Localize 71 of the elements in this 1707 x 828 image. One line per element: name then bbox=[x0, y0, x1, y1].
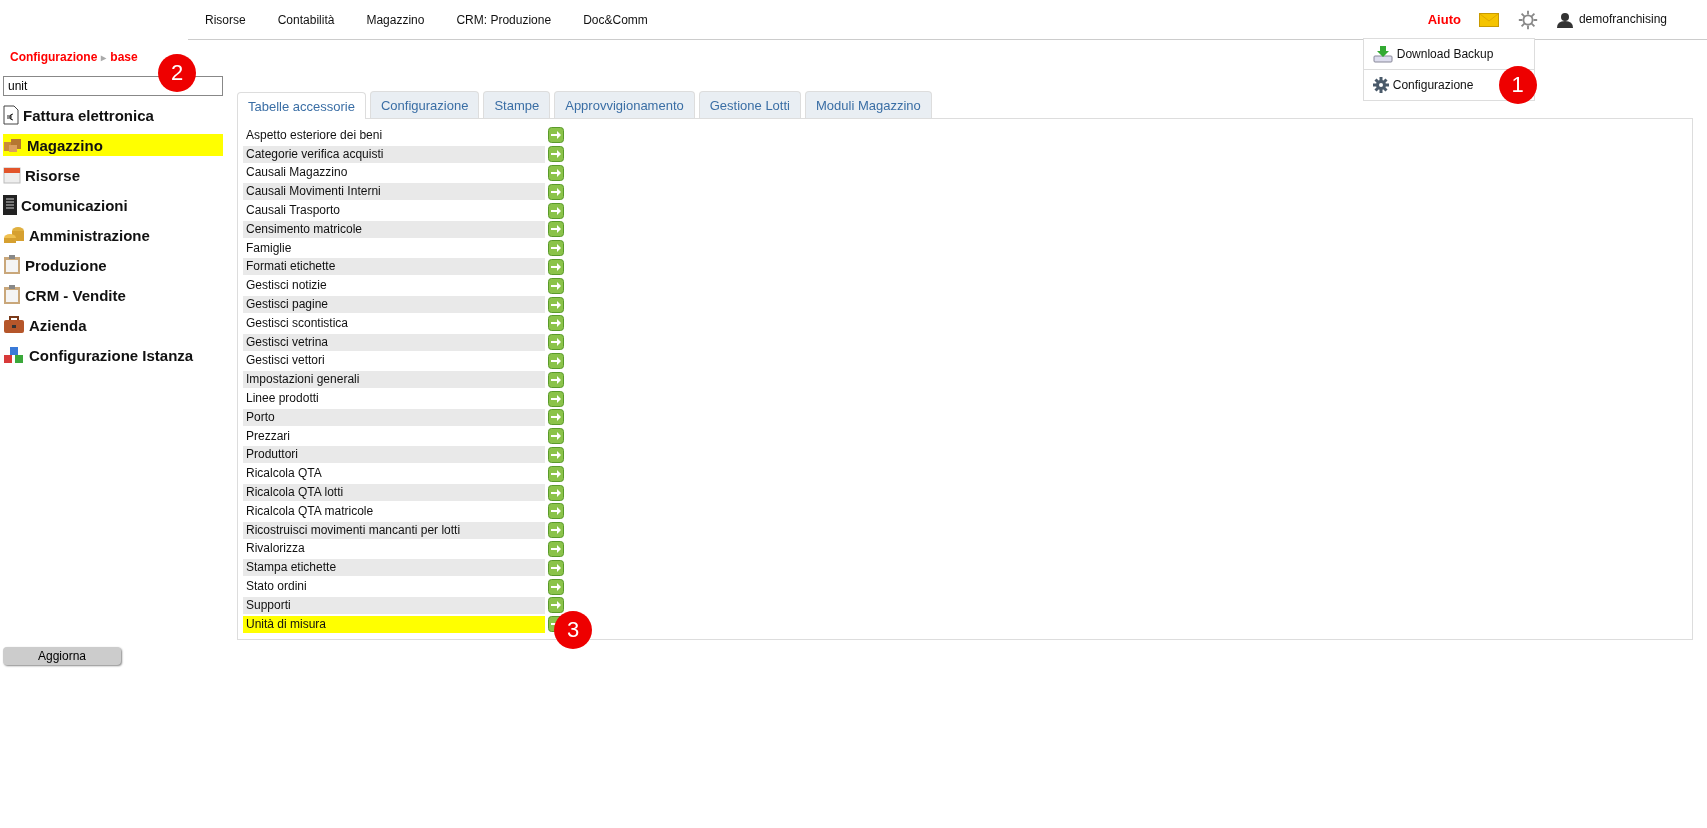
clipboard-icon bbox=[3, 285, 21, 305]
sidebar-item[interactable]: Fattura elettronica bbox=[3, 104, 223, 126]
list-row[interactable]: Linee prodotti bbox=[243, 390, 545, 408]
sidebar-item[interactable]: CRM - Vendite bbox=[3, 284, 223, 306]
list-row[interactable]: Ricalcola QTA bbox=[243, 465, 545, 483]
list-row[interactable]: Aspetto esteriore dei beni bbox=[243, 126, 545, 144]
boxes-icon bbox=[3, 137, 23, 153]
tab[interactable]: Approvvigionamento bbox=[554, 91, 695, 118]
list-row[interactable]: Gestisci notizie bbox=[243, 277, 545, 295]
calendar-icon bbox=[3, 166, 21, 184]
breadcrumb-link[interactable]: Configurazione bbox=[10, 50, 98, 64]
tab[interactable]: Configurazione bbox=[369, 91, 480, 118]
menu-item[interactable]: Configurazione 1 bbox=[1363, 68, 1534, 100]
list-row[interactable]: Famiglie bbox=[243, 239, 545, 257]
tab[interactable]: Moduli Magazzino bbox=[804, 91, 932, 118]
list-row[interactable]: Gestisci vetrina bbox=[243, 333, 545, 351]
list-row[interactable]: Gestisci pagine bbox=[243, 296, 545, 314]
nav-link[interactable]: Magazzino bbox=[366, 12, 425, 27]
help-link[interactable]: Aiuto bbox=[1427, 12, 1461, 27]
list-row[interactable]: Causali Trasporto bbox=[243, 202, 545, 220]
sidebar-item[interactable]: Magazzino bbox=[3, 134, 223, 156]
list-row[interactable]: Formati etichette bbox=[243, 258, 545, 276]
nav-link[interactable]: CRM: Produzione bbox=[456, 12, 552, 27]
nav-link[interactable]: Risorse bbox=[205, 12, 246, 27]
step-badge: 1 bbox=[1498, 65, 1537, 104]
tab[interactable]: Gestione Lotti bbox=[698, 91, 801, 118]
list-row[interactable]: Porto bbox=[243, 408, 545, 426]
list-row[interactable]: Categorie verifica acquisti bbox=[243, 145, 545, 163]
step-badge: 2 bbox=[158, 54, 196, 92]
sidebar-item[interactable]: Produzione bbox=[3, 254, 223, 276]
breadcrumb-separator: ▸ bbox=[101, 51, 107, 63]
sidebar-item[interactable]: Amministrazione bbox=[3, 224, 223, 246]
list-row[interactable]: Supporti bbox=[243, 596, 545, 614]
invoice-icon bbox=[3, 105, 19, 125]
list-row[interactable]: Ricalcola QTA matricole bbox=[243, 502, 545, 520]
user-icon bbox=[1556, 11, 1573, 28]
list-row[interactable]: Rivalorizza bbox=[243, 540, 545, 558]
list-row[interactable]: Ricalcola QTA lotti bbox=[243, 484, 545, 502]
step-badge: 3 bbox=[554, 611, 592, 650]
document-icon bbox=[3, 195, 17, 215]
list-row[interactable]: Produttori bbox=[243, 446, 545, 464]
breadcrumb-current: base bbox=[110, 50, 138, 64]
list-row[interactable]: Stampa etichette bbox=[243, 559, 545, 577]
coins-icon bbox=[3, 225, 25, 245]
gear-icon bbox=[1372, 76, 1389, 93]
briefcase-icon bbox=[3, 316, 25, 334]
tab[interactable]: Tabelle accessorie bbox=[237, 92, 366, 119]
list-row[interactable]: Stato ordini bbox=[243, 578, 545, 595]
cubes-icon bbox=[3, 346, 25, 364]
list-row[interactable]: Causali Magazzino bbox=[243, 164, 545, 182]
nav-link[interactable]: Contabilità bbox=[277, 12, 335, 27]
settings-icon[interactable] bbox=[1516, 8, 1539, 31]
list-row[interactable]: Censimento matricole bbox=[243, 220, 545, 238]
sidebar-item[interactable]: Comunicazioni bbox=[3, 194, 223, 216]
refresh-button[interactable]: Aggiorna bbox=[3, 647, 121, 665]
nav-link[interactable]: Doc&Comm bbox=[583, 12, 648, 27]
list-row[interactable]: Gestisci vettori bbox=[243, 352, 545, 370]
sidebar-item[interactable]: Configurazione Istanza bbox=[3, 344, 223, 366]
clipboard-icon bbox=[3, 255, 21, 275]
user-name[interactable]: demofranchising bbox=[1578, 11, 1667, 26]
list-row[interactable]: Impostazioni generali bbox=[243, 371, 545, 389]
list-row[interactable]: Ricostruisci movimenti mancanti per lotti bbox=[243, 521, 545, 539]
mail-icon[interactable] bbox=[1478, 12, 1499, 27]
sidebar-item[interactable]: Risorse bbox=[3, 164, 223, 186]
download-icon bbox=[1372, 44, 1393, 63]
list-row[interactable]: Gestisci scontistica bbox=[243, 314, 545, 332]
tab[interactable]: Stampe bbox=[483, 91, 551, 118]
list-row[interactable]: Prezzari bbox=[243, 427, 545, 445]
sidebar-item[interactable]: Azienda bbox=[3, 314, 223, 336]
list-row[interactable]: Unità di misura bbox=[243, 615, 545, 633]
list-row[interactable]: Causali Movimenti Interni bbox=[243, 183, 545, 201]
